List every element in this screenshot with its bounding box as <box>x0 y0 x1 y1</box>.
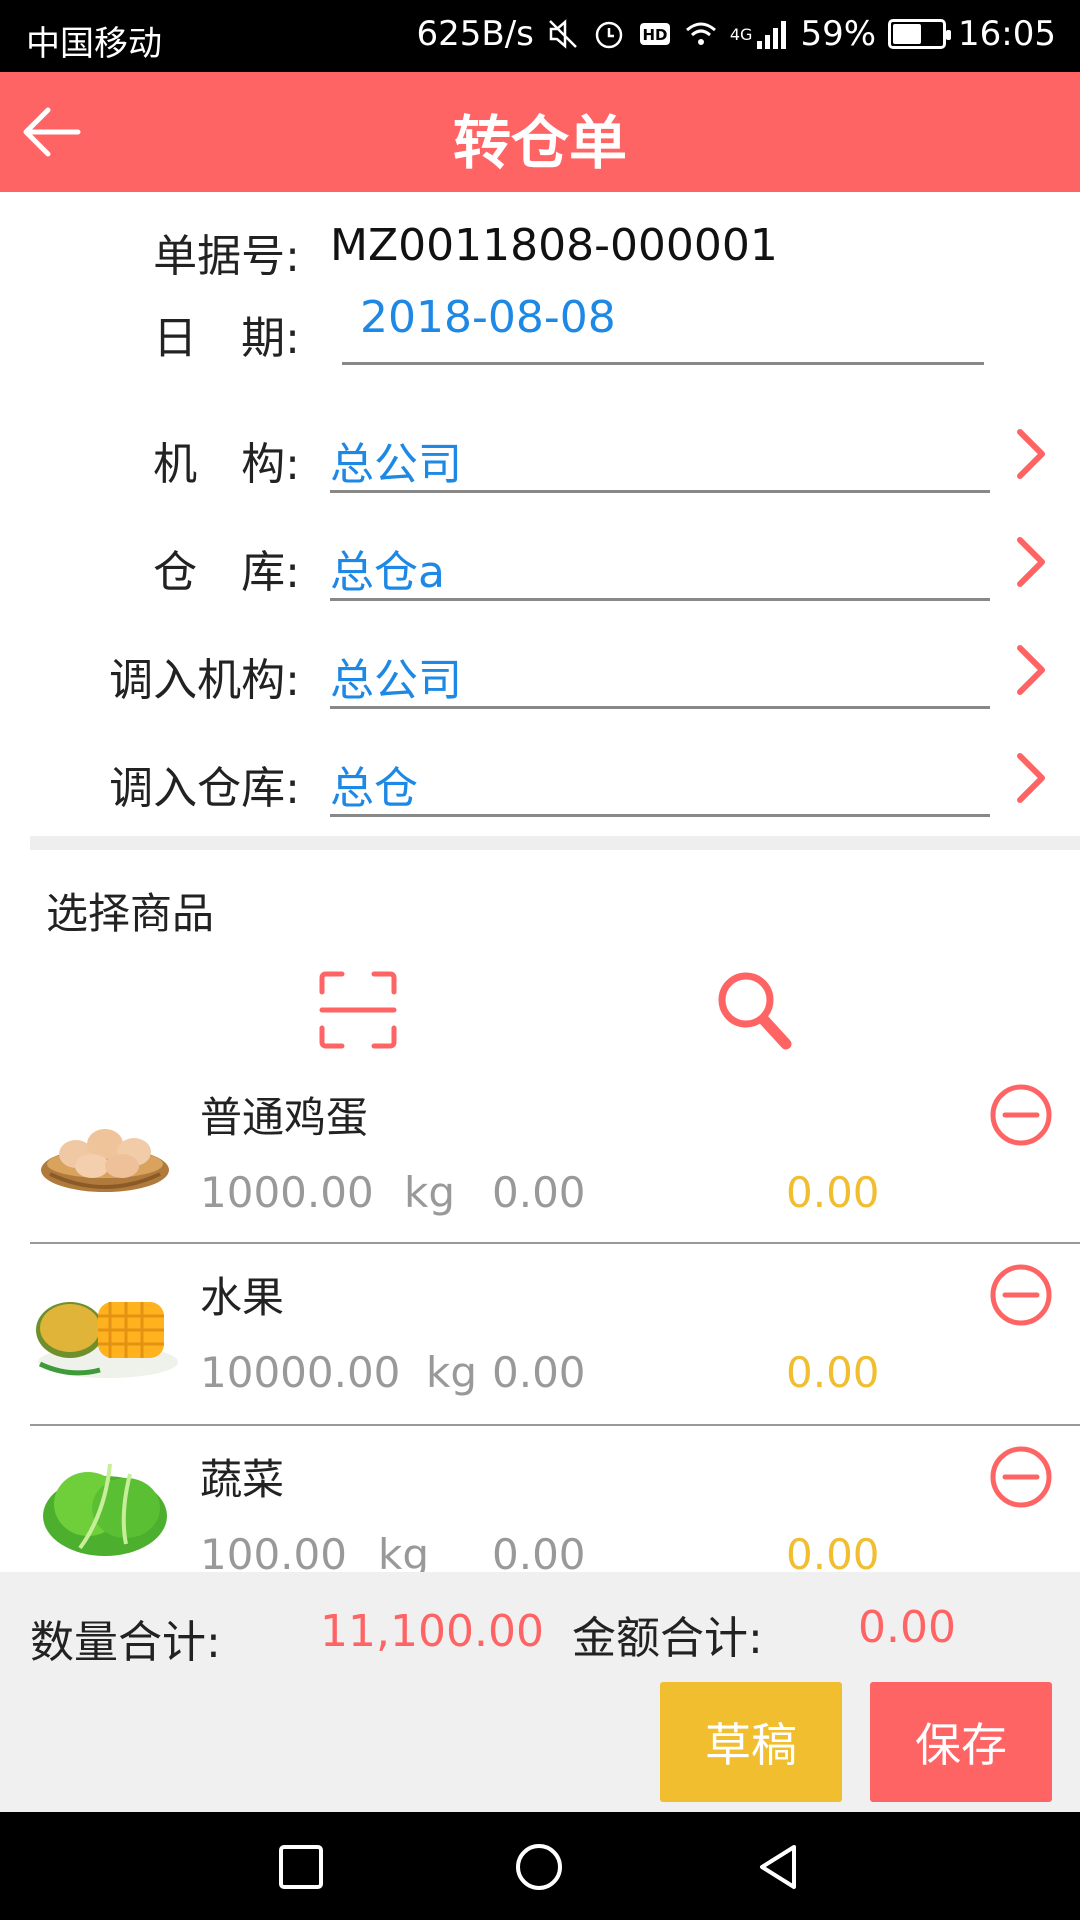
page-title: 转仓单 <box>452 109 627 177</box>
net-speed: 625B/s <box>416 14 534 54</box>
status-icons: 625B/s HD 4G 59% 16:05 <box>416 14 1056 54</box>
remove-icon[interactable] <box>988 1262 1054 1328</box>
product-name: 水果 <box>200 1273 285 1322</box>
product-qty: 100.00 <box>200 1530 347 1572</box>
qty-total-label: 数量合计: <box>30 1617 221 1668</box>
org-row[interactable]: 机 构: 总公司 <box>0 420 1080 510</box>
remove-icon[interactable] <box>988 1082 1054 1148</box>
mute-icon <box>548 19 577 49</box>
network-type: 4G <box>729 24 753 44</box>
date-row[interactable]: 日 期: 2018-08-08 <box>0 292 1080 392</box>
product-name: 蔬菜 <box>200 1455 285 1504</box>
product-price: 0.00 <box>492 1348 586 1397</box>
amount-total-value: 0.00 <box>858 1602 956 1653</box>
org-field[interactable]: 总公司 <box>330 428 462 492</box>
summary-footer: 数量合计: 11,100.00 金额合计: 0.00 草稿 保存 <box>0 1572 1080 1812</box>
product-price: 0.00 <box>492 1530 586 1572</box>
remove-icon[interactable] <box>988 1444 1054 1510</box>
chevron-right-icon[interactable] <box>1012 534 1052 590</box>
date-field[interactable]: 2018-08-08 <box>360 292 616 343</box>
product-item[interactable]: 水果 10000.00 kg 0.00 0.00 <box>30 1248 1080 1430</box>
status-bar: 中国移动 625B/s HD 4G 59% 16:05 <box>0 0 1080 72</box>
battery-icon <box>888 19 952 49</box>
org-underline <box>330 490 990 493</box>
in-warehouse-field[interactable]: 总仓 <box>330 752 418 816</box>
search-icon[interactable] <box>712 968 796 1052</box>
product-qty: 1000.00 <box>200 1168 374 1217</box>
in-warehouse-underline <box>330 814 990 817</box>
system-nav-bar <box>0 1812 1080 1920</box>
product-qty: 10000.00 <box>200 1348 401 1397</box>
in-warehouse-label: 调入仓库: <box>109 763 300 814</box>
section-title: 选择商品 <box>46 889 215 938</box>
qty-total-value: 11,100.00 <box>320 1606 544 1657</box>
product-image-vegetables <box>43 1463 167 1556</box>
doc-no-row: 单据号: MZ0011808-000001 <box>0 212 1080 282</box>
signal-icon <box>757 21 787 49</box>
amount-total-label: 金额合计: <box>572 1613 763 1664</box>
item-divider <box>30 1424 1080 1426</box>
product-item[interactable]: 蔬菜 100.00 kg 0.00 0.00 <box>30 1430 1080 1572</box>
product-price: 0.00 <box>492 1168 586 1217</box>
battery-percent: 59% <box>800 14 877 54</box>
in-warehouse-row[interactable]: 调入仓库: 总仓 <box>0 744 1080 834</box>
product-unit: kg <box>404 1168 455 1217</box>
back-icon[interactable] <box>754 1842 804 1892</box>
carrier-name: 中国移动 <box>26 24 162 64</box>
home-icon[interactable] <box>514 1842 564 1892</box>
product-amount: 0.00 <box>786 1530 880 1572</box>
product-unit: kg <box>426 1348 477 1397</box>
section-divider <box>30 836 1080 850</box>
main-content: 单据号: MZ0011808-000001 日 期: 2018-08-08 机 … <box>0 192 1080 1572</box>
product-name: 普通鸡蛋 <box>200 1093 369 1142</box>
doc-no-value: MZ0011808-000001 <box>330 220 778 271</box>
in-org-row[interactable]: 调入机构: 总公司 <box>0 636 1080 726</box>
product-image-eggs <box>41 1129 169 1192</box>
alarm-icon <box>595 21 623 49</box>
recents-icon[interactable] <box>276 1842 326 1892</box>
hd-icon: HD <box>639 23 670 45</box>
wifi-icon <box>685 22 716 45</box>
product-unit: kg <box>378 1530 429 1572</box>
date-label: 日 期: <box>153 313 300 364</box>
in-org-field[interactable]: 总公司 <box>330 644 462 708</box>
draft-button[interactable]: 草稿 <box>660 1682 842 1802</box>
warehouse-field[interactable]: 总仓a <box>330 536 445 600</box>
warehouse-row[interactable]: 仓 库: 总仓a <box>0 528 1080 618</box>
in-org-underline <box>330 706 990 709</box>
warehouse-label: 仓 库: <box>153 547 300 598</box>
scan-icon[interactable] <box>316 968 400 1052</box>
product-image-fruit <box>36 1302 178 1378</box>
chevron-right-icon[interactable] <box>1012 642 1052 698</box>
in-org-label: 调入机构: <box>109 655 300 706</box>
doc-no-label: 单据号: <box>153 231 300 282</box>
chevron-right-icon[interactable] <box>1012 750 1052 806</box>
product-amount: 0.00 <box>786 1348 880 1397</box>
chevron-right-icon[interactable] <box>1012 426 1052 482</box>
warehouse-underline <box>330 598 990 601</box>
org-label: 机 构: <box>153 439 300 490</box>
svg-text:HD: HD <box>642 26 667 44</box>
clock: 16:05 <box>958 14 1056 54</box>
item-divider <box>30 1242 1080 1244</box>
save-button[interactable]: 保存 <box>870 1682 1052 1802</box>
product-item[interactable]: 普通鸡蛋 1000.00 kg 0.00 0.00 <box>30 1068 1080 1250</box>
product-amount: 0.00 <box>786 1168 880 1217</box>
date-underline <box>342 362 984 365</box>
app-bar: 转仓单 <box>0 72 1080 192</box>
